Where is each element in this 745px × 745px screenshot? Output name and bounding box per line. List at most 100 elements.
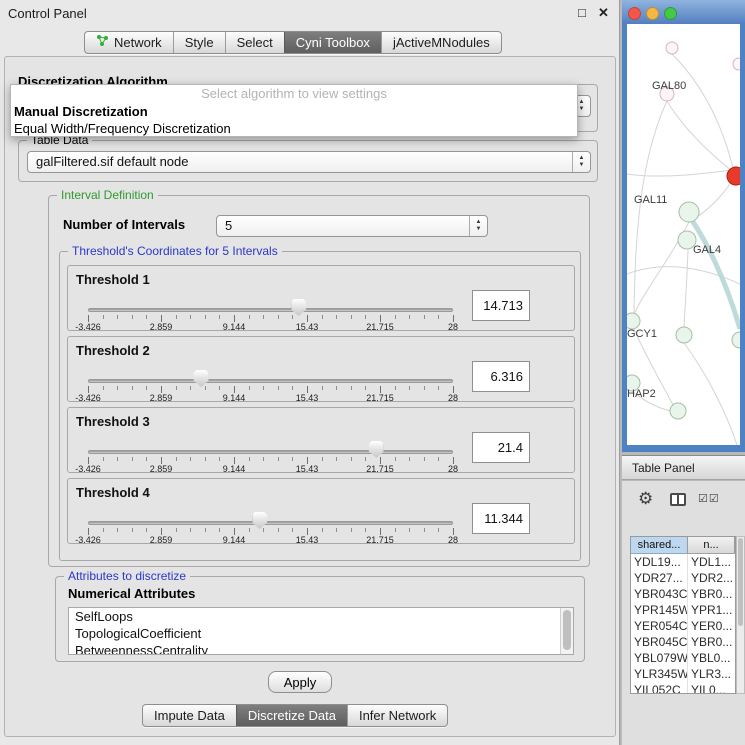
network-canvas[interactable]: GAL80 GAL11 GAL4 GCY1 HAP2: [627, 24, 740, 445]
tab-label: Infer Network: [359, 705, 436, 726]
columns-icon[interactable]: [670, 493, 686, 506]
threshold-coordinates-legend: Threshold's Coordinates for 5 Intervals: [68, 244, 282, 258]
arrow-down-icon: ▼: [579, 106, 585, 113]
node-label-gal11: GAL11: [634, 194, 667, 206]
table-row[interactable]: YDR27...YDR2...: [631, 570, 735, 586]
number-of-intervals-combo[interactable]: 5 ▲▼: [216, 215, 488, 237]
threshold-2-value-field[interactable]: 6.316: [472, 361, 530, 392]
slider-scale: -3.4262.8599.14415.4321.71528: [88, 535, 453, 545]
threshold-3-slider-thumb[interactable]: [369, 441, 384, 458]
tab-label: Style: [185, 32, 214, 53]
threshold-1-slider-thumb[interactable]: [291, 299, 306, 316]
slider-scale-label: 15.43: [296, 464, 319, 474]
threshold-3-value-field[interactable]: 21.4: [472, 432, 530, 463]
slider-scale-label: -3.426: [75, 322, 101, 332]
dropdown-option-manual-discretization[interactable]: Manual Discretization: [11, 103, 577, 120]
threshold-1-value-field[interactable]: 14.713: [472, 290, 530, 321]
network-node[interactable]: [627, 313, 640, 329]
arrow-down-icon: ▼: [579, 162, 585, 169]
attributes-legend: Attributes to discretize: [64, 569, 190, 583]
list-scrollbar[interactable]: [560, 608, 573, 654]
table-data-combo[interactable]: galFiltered.sif default node ▲▼: [27, 151, 591, 173]
table-row[interactable]: YPR145WYPR1...: [631, 602, 735, 618]
table-cell: YPR1...: [688, 602, 735, 618]
table-panel-title: Table Panel: [632, 461, 695, 475]
select-columns-icon[interactable]: ☑☑: [698, 492, 720, 505]
tab-infer-network[interactable]: Infer Network: [347, 705, 447, 726]
node-label-hap2: HAP2: [627, 388, 656, 400]
threshold-2-slider-thumb[interactable]: [194, 370, 209, 387]
slider-scale-label: 21.715: [366, 393, 394, 403]
column-header-shared-name[interactable]: shared...: [631, 537, 688, 554]
slider-scale-label: 21.715: [366, 464, 394, 474]
attribute-list-item[interactable]: BetweennessCentrality: [69, 642, 573, 655]
tab-cyni-toolbox[interactable]: Cyni Toolbox: [284, 32, 381, 53]
network-edge: [684, 250, 688, 327]
threshold-4-value-field[interactable]: 11.344: [472, 503, 530, 534]
table-scrollbar[interactable]: [736, 536, 745, 694]
column-header-name[interactable]: n...: [688, 537, 735, 554]
table-row[interactable]: YIL052CYIL0...: [631, 682, 735, 694]
dropdown-option-equal-width[interactable]: Equal Width/Frequency Discretization: [11, 120, 577, 137]
network-node[interactable]: [732, 332, 740, 348]
table-cell: YDR2...: [688, 570, 735, 586]
tab-select[interactable]: Select: [225, 32, 284, 53]
network-edge: [667, 101, 732, 171]
number-of-intervals-label: Number of Intervals: [63, 217, 185, 232]
table-panel-header: Table Panel: [622, 455, 745, 480]
slider-scale-label: 2.859: [150, 464, 173, 474]
float-window-button[interactable]: □: [578, 5, 586, 20]
network-edge: [627, 169, 740, 176]
gear-icon[interactable]: ⚙: [638, 489, 653, 509]
table-panel: ⚙ ☑☑ shared... n... YDL19...YDL1...YDR27…: [622, 481, 745, 745]
table-row[interactable]: YBR043CYBR0...: [631, 586, 735, 602]
tab-label: Network: [114, 32, 162, 53]
table-cell: YPR145W: [631, 602, 688, 618]
network-node[interactable]: [666, 42, 678, 54]
tab-discretize-data[interactable]: Discretize Data: [236, 705, 347, 726]
table-cell: YBL079W: [631, 650, 688, 666]
tab-impute-data[interactable]: Impute Data: [143, 705, 236, 726]
table-cell: YLR3...: [688, 666, 735, 682]
table-row[interactable]: YER054CYER0...: [631, 618, 735, 634]
table-cell: YER0...: [688, 618, 735, 634]
table-cell: YBR043C: [631, 586, 688, 602]
tab-network[interactable]: Network: [85, 32, 173, 53]
table-row[interactable]: YBR045CYBR0...: [631, 634, 735, 650]
slider-scale-label: 28: [448, 535, 458, 545]
title-bar: Control Panel □ ✕: [0, 0, 620, 26]
slider-scale-label: 2.859: [150, 393, 173, 403]
list-scrollbar-thumb[interactable]: [563, 610, 571, 650]
attribute-list-item[interactable]: TopologicalCoefficient: [69, 625, 573, 642]
tab-jactivemnodules[interactable]: jActiveMNodules: [381, 32, 501, 53]
network-edges: [627, 54, 740, 445]
close-traffic-light[interactable]: [628, 7, 641, 20]
network-node-selected[interactable]: [727, 167, 740, 185]
network-icon: [96, 32, 109, 53]
slider-scale-label: 9.144: [223, 393, 246, 403]
tab-label: Cyni Toolbox: [296, 32, 370, 53]
threshold-4-slider-thumb[interactable]: [252, 512, 267, 529]
table-cell: YBR045C: [631, 634, 688, 650]
table-scrollbar-thumb[interactable]: [738, 538, 743, 626]
close-panel-button[interactable]: ✕: [598, 5, 609, 21]
zoom-traffic-light[interactable]: [664, 7, 677, 20]
slider-scale-label: 21.715: [366, 322, 394, 332]
combo-stepper: ▲▼: [469, 216, 487, 236]
attribute-list-item[interactable]: SelfLoops: [69, 608, 573, 625]
network-node[interactable]: [679, 202, 699, 222]
interval-definition-group: Interval Definition Number of Intervals …: [48, 195, 590, 567]
minimize-traffic-light[interactable]: [646, 7, 659, 20]
slider-scale-label: 21.715: [366, 535, 394, 545]
table-row[interactable]: YBL079WYBL0...: [631, 650, 735, 666]
table-row[interactable]: YDL19...YDL1...: [631, 554, 735, 570]
slider-scale-label: -3.426: [75, 464, 101, 474]
node-label-gal4: GAL4: [693, 244, 721, 256]
table-cell: YBL0...: [688, 650, 735, 666]
tab-style[interactable]: Style: [173, 32, 225, 53]
table-row[interactable]: YLR345WYLR3...: [631, 666, 735, 682]
apply-button[interactable]: Apply: [268, 671, 332, 693]
network-node[interactable]: [676, 327, 692, 343]
network-node[interactable]: [670, 403, 686, 419]
network-node[interactable]: [733, 58, 740, 70]
